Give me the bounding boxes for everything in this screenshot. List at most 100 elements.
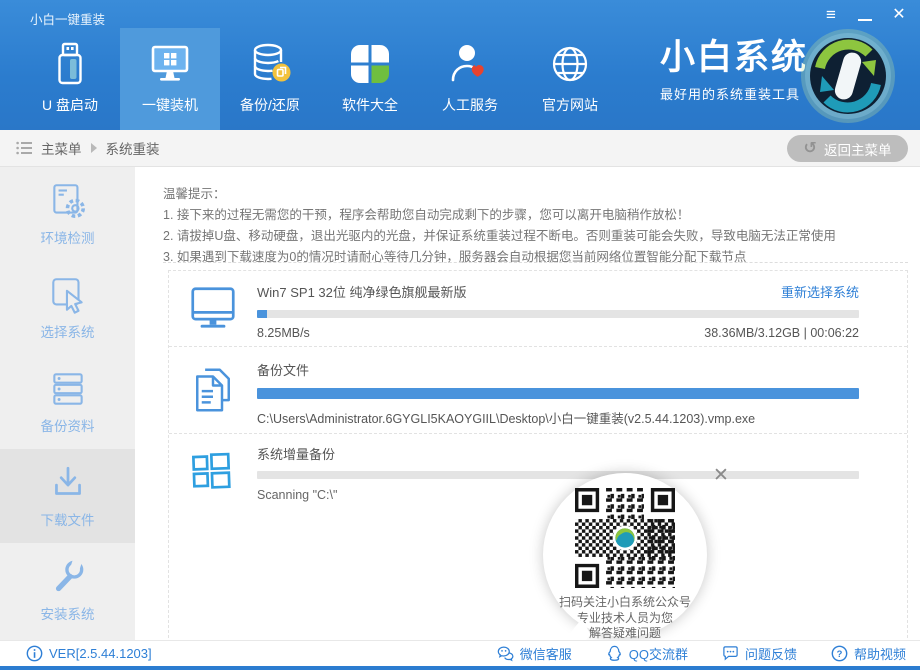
help-icon: ? <box>831 645 848 662</box>
documents-icon <box>169 347 257 433</box>
nav-human-support[interactable]: 人工服务 <box>420 28 520 130</box>
footer-link-label: 微信客服 <box>520 644 572 663</box>
nav-label: 软件大全 <box>320 95 420 115</box>
nav-label: 备份/还原 <box>220 95 320 115</box>
nav-official-site[interactable]: 官方网站 <box>520 28 620 130</box>
download-speed: 8.25MB/s <box>257 326 310 340</box>
nav-label: 人工服务 <box>420 95 520 115</box>
qr-popup-text: 扫码关注小白系统公众号 专业技术人员为您 解答疑难问题 <box>543 595 707 642</box>
nav-software[interactable]: 软件大全 <box>320 28 420 130</box>
qr-popup-close-icon[interactable]: ✕ <box>711 467 731 487</box>
window-controls: ≡ ✕ <box>822 6 908 24</box>
backup-row: 备份文件 C:\Users\Administrator.6GYGLI5KAOYG… <box>169 347 907 434</box>
incremental-backup-row: 系统增量备份 Scanning "C:\" <box>169 434 907 507</box>
sidebar-steps: 环境检测 选择系统 备份资料 <box>0 167 135 640</box>
header: 小白一键重装 ≡ ✕ U 盘启动 <box>0 0 920 130</box>
window-title: 小白一键重装 <box>30 9 105 28</box>
minimize-icon[interactable] <box>856 6 874 24</box>
footer-bar: VER[2.5.44.1203] 微信客服 QQ交流群 <box>0 640 920 666</box>
sidebar-label: 下载文件 <box>0 509 135 529</box>
qq-group-link[interactable]: QQ交流群 <box>606 644 688 663</box>
qr-text-line: 扫码关注小白系统公众号 <box>543 595 707 611</box>
info-icon <box>26 645 43 662</box>
sidebar-item-env-check[interactable]: 环境检测 <box>0 167 135 261</box>
wechat-support-link[interactable]: 微信客服 <box>497 644 572 663</box>
tips-separator <box>163 262 908 263</box>
sidebar-label: 环境检测 <box>0 227 135 247</box>
download-progress-fill <box>257 310 267 318</box>
version-label: VER[2.5.44.1203] <box>49 646 152 661</box>
brand: 小白系统 最好用的系统重装工具 <box>660 40 808 103</box>
qr-text-line: 专业技术人员为您 <box>543 611 707 627</box>
footer-links: 微信客服 QQ交流群 问题反馈 ? 帮助视频 <box>497 644 906 663</box>
footer-accent-strip <box>0 666 920 670</box>
backup-progressbar <box>257 388 859 399</box>
download-row: 重新选择系统 Win7 SP1 32位 纯净绿色旗舰最新版 8.25MB/s 3… <box>169 271 907 347</box>
backup-title: 备份文件 <box>257 360 859 379</box>
download-progress-label: 38.36MB/3.12GB | 00:06:22 <box>704 326 859 340</box>
reselect-system-link[interactable]: 重新选择系统 <box>781 282 859 301</box>
nav-backup-restore[interactable]: 备份/还原 <box>220 28 320 130</box>
database-backup-icon <box>246 40 294 88</box>
breadcrumb-arrow-icon <box>91 143 97 153</box>
nav-usb-boot[interactable]: U 盘启动 <box>20 28 120 130</box>
download-files-icon <box>47 462 89 504</box>
nav-label: U 盘启动 <box>20 95 120 115</box>
return-arrow-icon: ↺ <box>804 141 817 157</box>
sidebar-item-select-system[interactable]: 选择系统 <box>0 261 135 355</box>
brand-logo-icon <box>798 26 898 126</box>
feedback-bubble-icon <box>722 645 739 662</box>
app-window: 小白一键重装 ≡ ✕ U 盘启动 <box>0 0 920 670</box>
top-nav: U 盘启动 一键装机 <box>20 28 620 130</box>
wechat-icon <box>497 645 514 662</box>
monitor-icon <box>146 40 194 88</box>
qq-icon <box>606 645 623 662</box>
qr-popup-bubble: 扫码关注小白系统公众号 专业技术人员为您 解答疑难问题 <box>543 473 707 637</box>
sidebar-label: 备份资料 <box>0 415 135 435</box>
tips-line: 3. 如果遇到下载速度为0的情况时请耐心等待几分钟，服务器会自动根据您当前网络位… <box>163 247 836 268</box>
sidebar-label: 安装系统 <box>0 603 135 623</box>
help-video-link[interactable]: ? 帮助视频 <box>831 644 906 663</box>
backup-data-icon <box>47 368 89 410</box>
footer-link-label: 帮助视频 <box>854 644 906 663</box>
download-body: 重新选择系统 Win7 SP1 32位 纯净绿色旗舰最新版 8.25MB/s 3… <box>257 271 907 346</box>
breadcrumb-root[interactable]: 主菜单 <box>41 138 82 158</box>
breadcrumb-current: 系统重装 <box>106 138 160 158</box>
monitor-outline-icon <box>169 271 257 346</box>
select-system-icon <box>47 274 89 316</box>
nav-label: 一键装机 <box>120 95 220 115</box>
breadcrumb: 主菜单 系统重装 <box>16 130 160 166</box>
back-button-label: 返回主菜单 <box>824 139 892 159</box>
tips-title: 温馨提示： <box>163 184 836 205</box>
backup-path: C:\Users\Administrator.6GYGLI5KAOYGIIL\D… <box>257 408 859 427</box>
list-icon <box>16 141 32 155</box>
brand-name: 小白系统 <box>660 40 808 75</box>
brand-slogan: 最好用的系统重装工具 <box>660 84 808 103</box>
close-icon[interactable]: ✕ <box>890 6 908 24</box>
backup-body: 备份文件 C:\Users\Administrator.6GYGLI5KAOYG… <box>257 347 907 433</box>
install-system-icon <box>47 556 89 598</box>
main-content: 温馨提示： 1. 接下来的过程无需您的干预，程序会帮助您自动完成剩下的步骤，您可… <box>135 167 920 640</box>
breadcrumb-bar: 主菜单 系统重装 ↺ 返回主菜单 <box>0 130 920 167</box>
tips-line: 1. 接下来的过程无需您的干预，程序会帮助您自动完成剩下的步骤，您可以离开电脑稍… <box>163 205 836 226</box>
menu-icon[interactable]: ≡ <box>822 6 840 24</box>
incremental-title: 系统增量备份 <box>257 444 859 463</box>
download-title: Win7 SP1 32位 纯净绿色旗舰最新版 <box>257 285 467 300</box>
sidebar-item-download-files[interactable]: 下载文件 <box>0 449 135 543</box>
sidebar-item-install-system[interactable]: 安装系统 <box>0 543 135 637</box>
feedback-link[interactable]: 问题反馈 <box>722 644 797 663</box>
sidebar-label: 选择系统 <box>0 321 135 341</box>
sidebar-item-backup-data[interactable]: 备份资料 <box>0 355 135 449</box>
nav-one-click-install[interactable]: 一键装机 <box>120 28 220 130</box>
back-to-main-menu-button[interactable]: ↺ 返回主菜单 <box>787 135 908 162</box>
tips-block: 温馨提示： 1. 接下来的过程无需您的干预，程序会帮助您自动完成剩下的步骤，您可… <box>163 184 836 268</box>
tips-line: 2. 请拔掉U盘、移动硬盘，退出光驱内的光盘，并保证系统重装过程不断电。否则重装… <box>163 226 836 247</box>
support-person-icon <box>446 40 494 88</box>
progress-panel: 重新选择系统 Win7 SP1 32位 纯净绿色旗舰最新版 8.25MB/s 3… <box>168 270 908 670</box>
footer-link-label: 问题反馈 <box>745 644 797 663</box>
nav-label: 官方网站 <box>520 95 620 115</box>
usb-drive-icon <box>46 40 94 88</box>
backup-progress-fill <box>257 388 859 399</box>
svg-text:?: ? <box>837 649 843 660</box>
footer-link-label: QQ交流群 <box>629 644 688 663</box>
